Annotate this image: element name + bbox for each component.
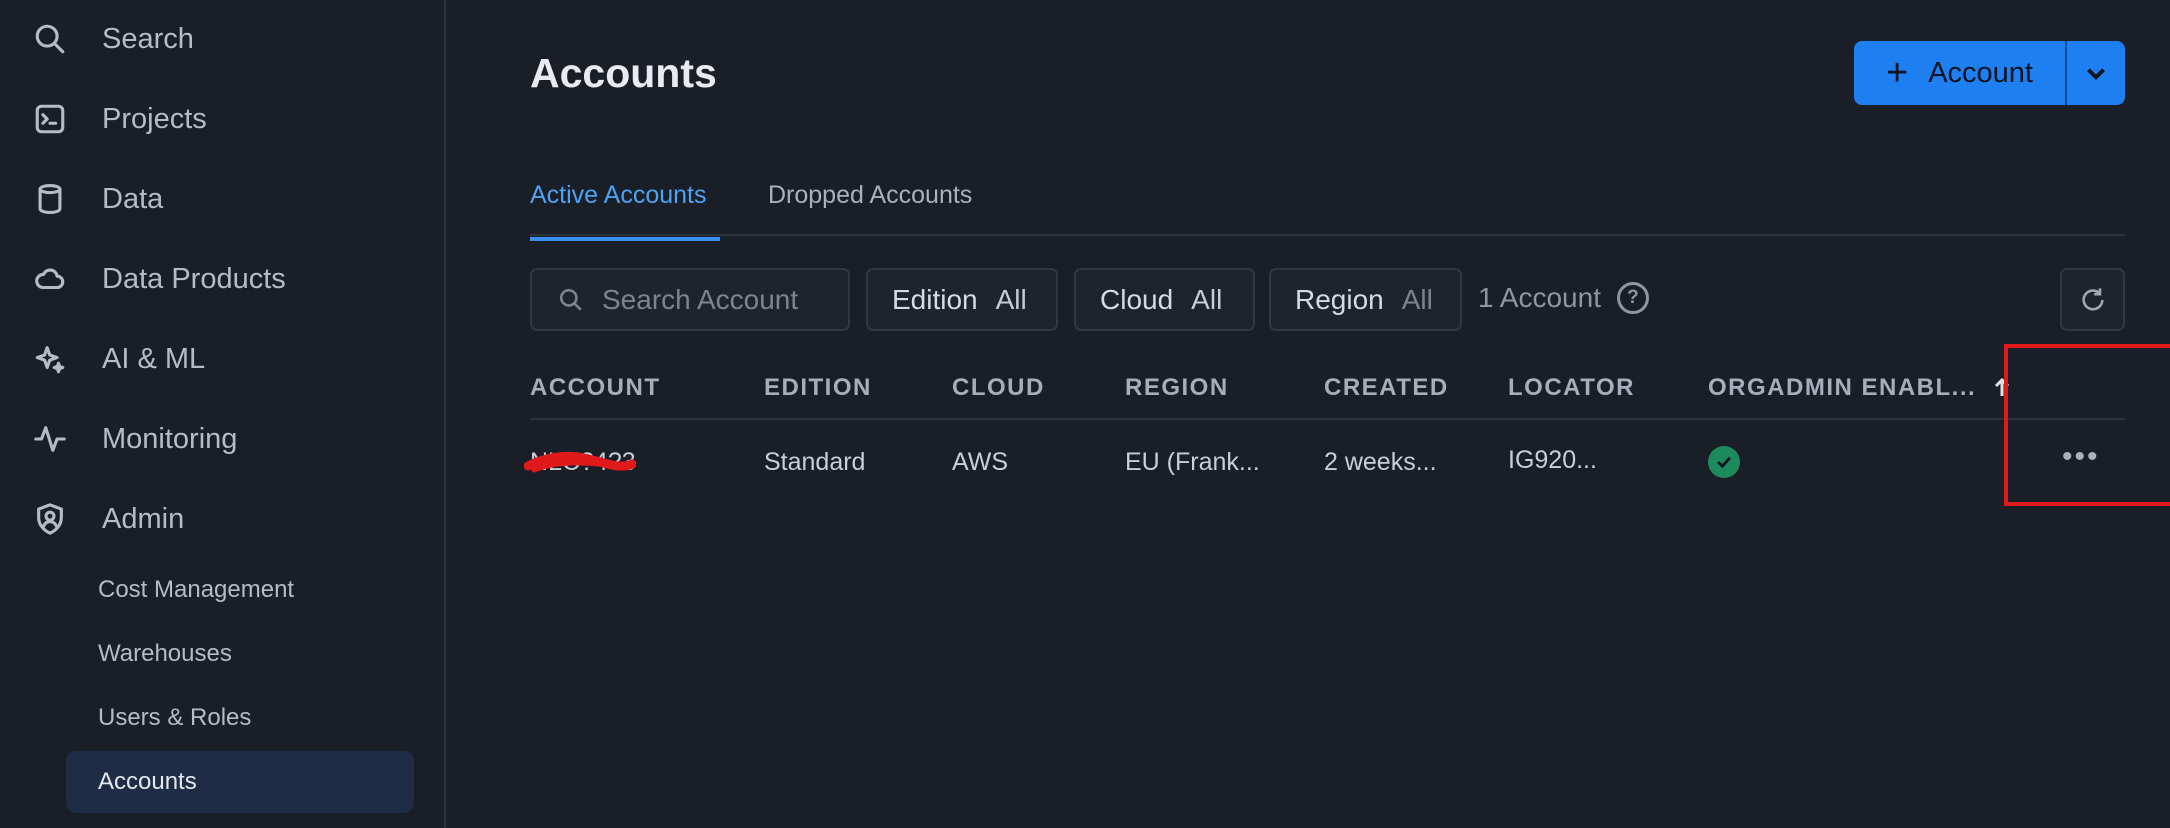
redaction-scribble [524,451,636,473]
column-header-cloud[interactable]: CLOUD [952,374,1045,402]
tab-active-accounts[interactable]: Active Accounts [530,181,720,241]
main-content: Accounts + Account Active Accounts Dropp… [524,0,2170,828]
edition-cell: Standard [764,448,866,476]
terminal-icon [32,101,68,137]
search-account-input[interactable]: Search Account [530,268,850,331]
add-account-button-group: + Account [1854,41,2125,105]
sidebar-item-search[interactable]: Search [0,0,444,79]
sidebar-item-label: AI & ML [102,342,206,375]
add-account-label: Account [1928,56,2033,89]
cloud-cell: AWS [952,448,1009,476]
sidebar-item-data-products[interactable]: Data Products [0,239,444,319]
column-header-orgadmin-label: ORGADMIN ENABL... [1708,374,1977,401]
table-header: ACCOUNT EDITION CLOUD REGION CREATED LOC… [530,360,2125,420]
cloud-filter-label: Cloud [1100,283,1174,315]
column-header-account[interactable]: ACCOUNT [530,374,661,402]
sidebar-item-label: Search [102,22,194,55]
region-filter-value: All [1401,283,1433,315]
column-header-created[interactable]: CREATED [1324,374,1449,402]
column-header-orgadmin-enabled[interactable]: ORGADMIN ENABL... [1708,374,2014,402]
sidebar-subitem-label: Cost Management [98,576,295,603]
sidebar-item-label: Data Products [102,262,286,295]
sidebar-item-data[interactable]: Data [0,159,444,239]
sidebar-item-label: Projects [102,102,207,135]
column-header-edition[interactable]: EDITION [764,374,872,402]
refresh-icon [2081,287,2104,311]
sidebar-item-label: Monitoring [102,422,238,455]
table-row[interactable]: NLC?4?3 Standard AWS EU (Frank... 2 week… [524,422,2125,502]
sidebar-subitem-warehouses[interactable]: Warehouses [66,623,414,685]
region-filter-label: Region [1295,283,1384,315]
locator-highlight-box [2004,344,2170,506]
sidebar-subitem-accounts[interactable]: Accounts [66,751,414,813]
cloud-icon [32,261,68,297]
sidebar-subitem-label: Users & Roles [98,704,252,731]
sidebar-subitem-users-roles[interactable]: Users & Roles [66,687,414,749]
database-icon [32,181,68,217]
column-header-locator[interactable]: LOCATOR [1508,374,1635,402]
tab-dropped-accounts[interactable]: Dropped Accounts [768,181,972,241]
chevron-down-icon [2087,68,2105,81]
edition-filter-label: Edition [892,283,978,315]
sidebar-item-admin[interactable]: Admin [0,479,444,559]
sparkle-icon [32,341,68,377]
page-title: Accounts [530,50,717,96]
account-count: 1 Account ? [1478,282,1649,314]
activity-icon [32,421,68,457]
sidebar-item-ai-ml[interactable]: AI & ML [0,319,444,399]
sidebar-item-label: Admin [102,502,185,535]
cloud-filter-value: All [1191,283,1223,315]
sidebar: Search Projects Data Data Products AI & … [0,0,446,828]
search-icon [559,288,582,311]
column-header-region[interactable]: REGION [1125,374,1229,402]
sidebar-item-label: Data [102,182,164,215]
add-account-dropdown-button[interactable] [2067,41,2125,105]
sidebar-item-projects[interactable]: Projects [0,79,444,159]
sidebar-subitem-label: Warehouses [98,640,232,667]
plus-icon: + [1886,52,1909,94]
shield-user-icon [32,501,68,537]
search-icon [32,21,68,57]
help-icon[interactable]: ? [1616,282,1649,314]
account-name-cell[interactable]: NLC?4?3 [524,448,636,477]
created-cell: 2 weeks... [1324,448,1437,476]
orgadmin-enabled-check-icon [1708,446,1740,478]
search-placeholder: Search Account [602,283,799,315]
region-cell: EU (Frank... [1125,448,1260,476]
sidebar-subitem-cost-management[interactable]: Cost Management [66,559,414,621]
cloud-filter[interactable]: Cloud All [1074,268,1255,331]
account-count-text: 1 Account [1478,282,1601,313]
sidebar-item-monitoring[interactable]: Monitoring [0,399,444,479]
locator-cell: IG920... [1508,446,1597,474]
add-account-button[interactable]: + Account [1854,41,2065,105]
edition-filter[interactable]: Edition All [866,268,1058,331]
region-filter[interactable]: Region All [1269,268,1462,331]
account-tabs: Active Accounts Dropped Accounts [530,176,2125,241]
sidebar-subitem-label: Accounts [98,768,197,795]
edition-filter-value: All [995,283,1027,315]
refresh-button[interactable] [2060,268,2125,331]
